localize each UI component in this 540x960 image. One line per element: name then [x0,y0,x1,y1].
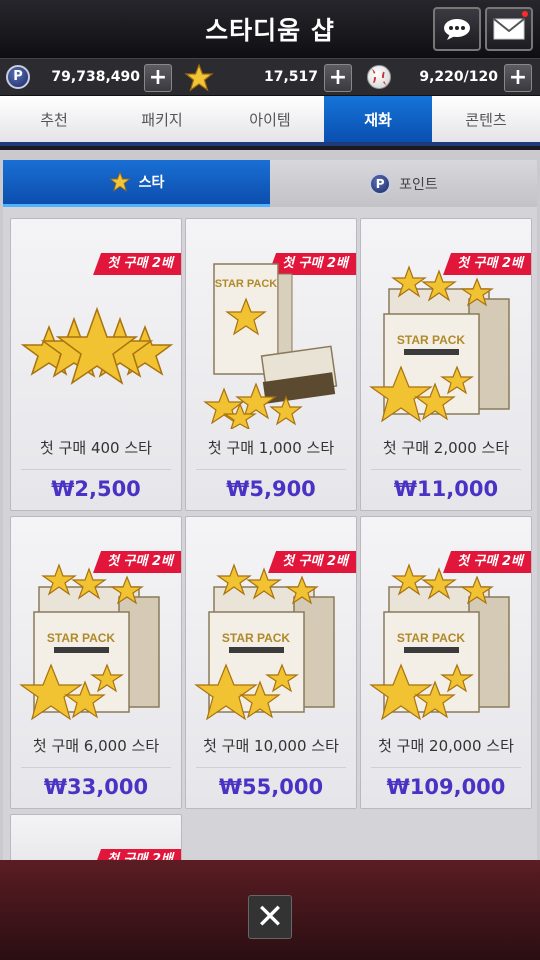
pack-label: STAR PACK [222,631,291,645]
divider [196,469,346,470]
notification-dot [522,11,528,17]
product-card[interactable]: 첫 구매 2배 STAR PACK 첫 [185,516,357,809]
product-card[interactable]: 첫 구매 2배 STAR PACK 첫 [360,516,532,809]
sub-tabs: 스타 P 포인트 [3,160,537,207]
add-points-button[interactable]: + [144,64,172,92]
shop-content: 스타 P 포인트 첫 구매 2배 첫 구매 400 스타 ₩2,500 첫 구매… [0,150,540,900]
star-box-stack-icon: STAR PACK [369,563,510,721]
page-title: 스타디움 샵 [205,16,335,45]
divider [371,469,521,470]
pack-label: STAR PACK [397,631,466,645]
main-tabs: 추천 패키지 아이템 재화 콘텐츠 [0,96,540,146]
shop-panel: 스타 P 포인트 첫 구매 2배 첫 구매 400 스타 ₩2,500 첫 구매… [3,160,537,900]
subtab-star[interactable]: 스타 [3,160,270,207]
add-stars-button[interactable]: + [324,64,352,92]
point-coin-icon: P [369,172,392,195]
divider [21,767,171,768]
tab-currency[interactable]: 재화 [324,96,432,142]
product-card[interactable]: 첫 구매 2배 첫 구매 400 스타 ₩2,500 [10,218,182,511]
product-price: ₩55,000 [218,775,324,799]
baseball-icon [367,65,391,89]
top-bar: 스타디움 샵 [0,0,540,58]
product-grid: 첫 구매 2배 첫 구매 400 스타 ₩2,500 첫 구매 2배 STAR … [10,218,532,874]
product-label: 첫 구매 1,000 스타 [207,439,335,457]
divider [371,767,521,768]
star-box-stack-icon: STAR PACK [194,563,335,721]
star-icon [184,63,214,92]
currency-bar: P 79,738,490 + 17,517 + 9,220/120 + [0,58,540,96]
star-box-stack-icon: STAR PACK [19,563,160,721]
product-label: 첫 구매 6,000 스타 [32,737,160,755]
pack-label: STAR PACK [47,631,116,645]
envelope-icon [493,18,525,40]
subtab-label: 스타 [138,175,165,191]
chat-button[interactable] [433,7,481,51]
points-value: 79,738,490 [51,69,140,85]
product-label: 첫 구매 2,000 스타 [382,439,510,457]
tab-item[interactable]: 아이템 [216,96,324,142]
star-cluster-icon [20,306,174,385]
star-pack-icon: STAR PACK [203,263,338,429]
mail-button[interactable] [485,7,533,51]
product-label: 첫 구매 10,000 스타 [203,737,339,755]
product-price: ₩2,500 [51,477,141,501]
pack-label: STAR PACK [215,278,278,290]
stars-value: 17,517 [263,69,318,85]
add-baseballs-button[interactable]: + [504,64,532,92]
star-box-stack-icon: STAR PACK [369,265,510,423]
product-price: ₩11,000 [393,477,499,501]
divider [196,767,346,768]
product-price: ₩109,000 [386,775,506,799]
product-card[interactable]: 첫 구매 2배 STAR PACK 첫 [360,218,532,511]
subtab-point[interactable]: P 포인트 [270,160,537,207]
pack-label: STAR PACK [397,333,466,347]
close-button[interactable]: ✕ [248,895,292,939]
divider [21,469,171,470]
product-card[interactable]: 첫 구매 2배 STAR PACK 첫 [10,516,182,809]
tab-recommended[interactable]: 추천 [0,96,108,142]
subtab-label: 포인트 [399,176,438,193]
baseballs-value: 9,220/120 [419,69,498,85]
star-icon [108,171,131,192]
product-label: 첫 구매 400 스타 [40,439,152,457]
tab-content[interactable]: 콘텐츠 [432,96,540,142]
point-coin-icon: P [6,65,30,89]
tab-package[interactable]: 패키지 [108,96,216,142]
chat-bubble-icon [444,19,470,40]
product-price: ₩5,900 [226,477,316,501]
product-label: 첫 구매 20,000 스타 [378,737,514,755]
product-card[interactable]: 첫 구매 2배 STAR PACK 첫 구매 1,000 스타 ₩5,900 [185,218,357,511]
product-price: ₩33,000 [43,775,149,799]
